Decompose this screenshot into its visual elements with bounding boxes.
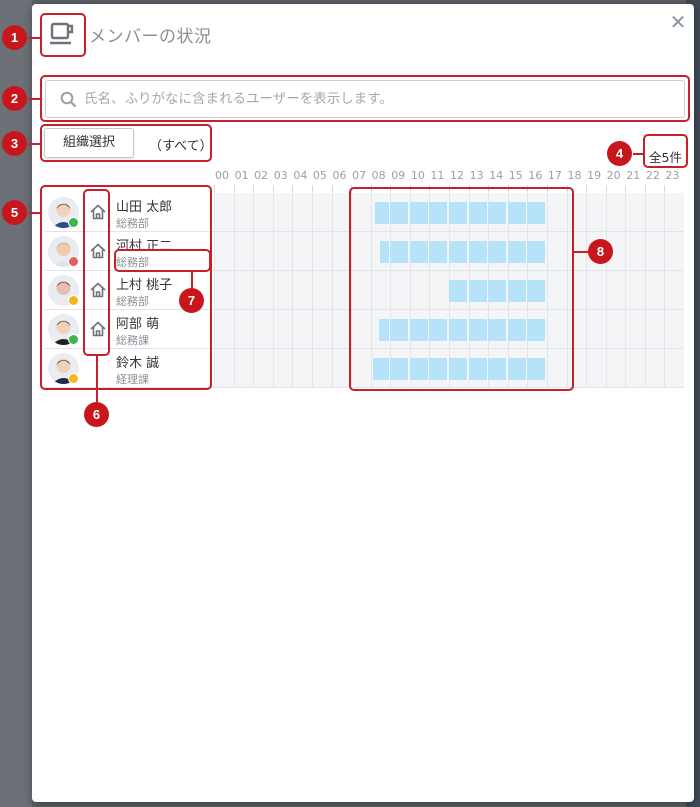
callout-badge-3: 3 bbox=[2, 131, 27, 156]
hour-label: 15 bbox=[508, 169, 523, 182]
grid-column-line bbox=[253, 193, 255, 388]
hour-tick bbox=[664, 185, 666, 193]
grid-column-line bbox=[625, 193, 627, 388]
hour-label: 03 bbox=[273, 169, 288, 182]
grid-column-line bbox=[272, 193, 274, 388]
callout-leader-7 bbox=[191, 272, 193, 288]
hour-label: 23 bbox=[665, 169, 680, 182]
callout-box-3 bbox=[40, 124, 212, 162]
hour-label: 08 bbox=[371, 169, 386, 182]
hour-label: 19 bbox=[587, 169, 602, 182]
grid-column-line bbox=[664, 193, 666, 388]
callout-box-1 bbox=[40, 13, 86, 57]
hour-label: 13 bbox=[469, 169, 484, 182]
hour-label: 07 bbox=[352, 169, 367, 182]
grid-column-line bbox=[586, 193, 588, 388]
hour-label: 12 bbox=[450, 169, 464, 182]
callout-leader-1 bbox=[28, 37, 40, 39]
hour-tick bbox=[586, 185, 588, 193]
hour-tick bbox=[292, 185, 294, 193]
callout-box-7 bbox=[114, 249, 211, 272]
callout-badge-6: 6 bbox=[84, 402, 109, 427]
hour-label: 16 bbox=[528, 169, 543, 182]
grid-column-line bbox=[214, 193, 215, 388]
hour-tick bbox=[253, 185, 255, 193]
grid-column-line bbox=[311, 193, 313, 388]
hour-label: 00 bbox=[215, 169, 229, 182]
grid-column-line bbox=[292, 193, 294, 388]
hour-label: 06 bbox=[332, 169, 347, 182]
callout-box-2 bbox=[40, 75, 690, 122]
hour-tick bbox=[605, 185, 607, 193]
hour-tick bbox=[272, 185, 274, 193]
grid-column-line bbox=[605, 193, 607, 388]
hour-label: 11 bbox=[430, 169, 445, 182]
grid-column-line bbox=[644, 193, 646, 388]
callout-box-6 bbox=[83, 189, 110, 356]
hour-label: 21 bbox=[626, 169, 641, 182]
hour-label: 14 bbox=[489, 169, 504, 182]
callout-badge-1: 1 bbox=[2, 25, 27, 50]
hour-label: 22 bbox=[645, 169, 660, 182]
hour-label: 17 bbox=[547, 169, 562, 182]
callout-box-5 bbox=[40, 185, 212, 390]
callout-box-8 bbox=[349, 187, 574, 391]
hour-label: 18 bbox=[567, 169, 582, 182]
close-icon[interactable]: ✕ bbox=[668, 12, 688, 32]
grid-column-line bbox=[331, 193, 333, 388]
background-left bbox=[0, 0, 32, 807]
hour-label: 02 bbox=[254, 169, 269, 182]
callout-badge-5: 5 bbox=[2, 200, 27, 225]
callout-leader-2 bbox=[28, 98, 40, 100]
hour-tick bbox=[233, 185, 235, 193]
callout-badge-2: 2 bbox=[2, 86, 27, 111]
callout-badge-7: 7 bbox=[179, 288, 204, 313]
grid-column-line bbox=[233, 193, 235, 388]
hour-label: 10 bbox=[410, 169, 425, 182]
callout-leader-5 bbox=[28, 212, 40, 214]
hour-label: 09 bbox=[391, 169, 406, 182]
hour-label: 01 bbox=[234, 169, 249, 182]
callout-box-4 bbox=[643, 134, 688, 168]
hour-label: 04 bbox=[293, 169, 308, 182]
callout-badge-4: 4 bbox=[607, 141, 632, 166]
callout-leader-6 bbox=[96, 356, 98, 402]
callout-leader-8 bbox=[574, 251, 588, 253]
hour-tick bbox=[311, 185, 313, 193]
dialog-title: メンバーの状況 bbox=[89, 27, 212, 47]
callout-leader-4 bbox=[633, 153, 643, 155]
callout-badge-8: 8 bbox=[588, 239, 613, 264]
member-status-dialog: ✕ メンバーの状況 組織選択 （すべて） 全5件 000102030405060… bbox=[2, 4, 694, 802]
hour-label: 05 bbox=[312, 169, 327, 182]
hour-label: 20 bbox=[606, 169, 621, 182]
hour-tick bbox=[331, 185, 333, 193]
hour-tick bbox=[625, 185, 627, 193]
callout-leader-3 bbox=[28, 143, 40, 145]
hour-tick bbox=[214, 185, 215, 193]
hour-tick bbox=[644, 185, 646, 193]
